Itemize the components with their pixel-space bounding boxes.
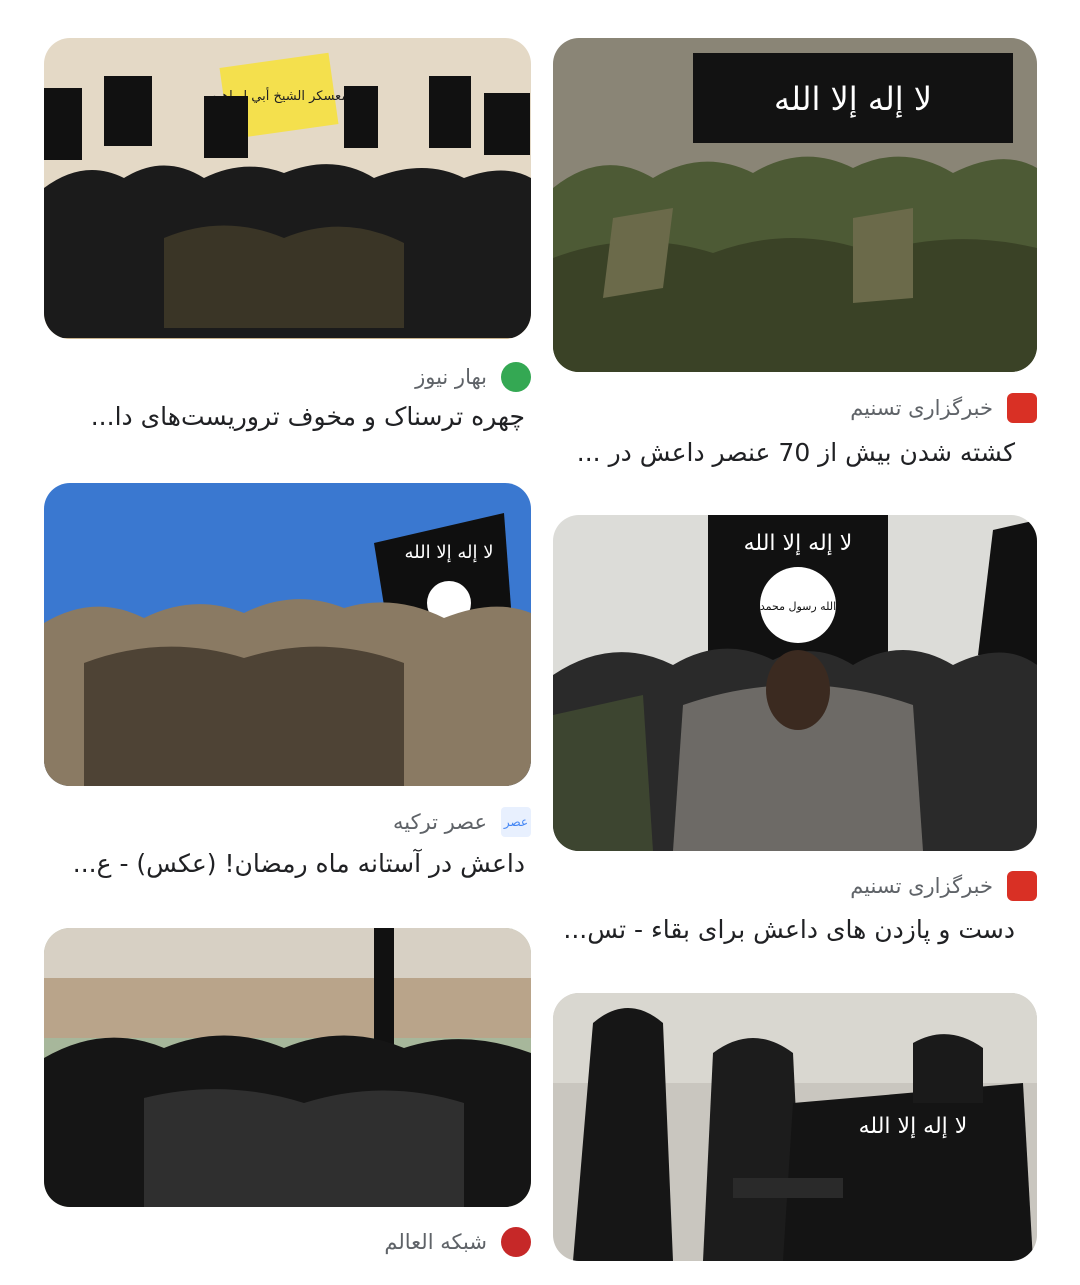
result-thumbnail[interactable] (44, 928, 531, 1207)
flag-text: لا إله إلا الله (774, 80, 932, 118)
source-logo-icon (501, 1227, 531, 1257)
flag-text: لا إله إلا الله (859, 1114, 968, 1139)
result-card[interactable]: لا إله إلا الله خبرگزاری تسنیم کشته شدن … (553, 38, 1037, 478)
result-card[interactable]: لا إله إلا الله الله رسول محمد خبرگزاری … (553, 515, 1037, 955)
source-logo-icon (501, 362, 531, 392)
flag-text: لا إله إلا الله (405, 542, 494, 563)
source-name: خبرگزاری تسنیم (850, 396, 993, 420)
result-source: شبکه العالم (384, 1225, 531, 1259)
result-thumbnail[interactable]: معسكر الشيخ أبي إبراهيم (44, 38, 531, 339)
result-card[interactable]: معسكر الشيخ أبي إبراهيم بهار نیوز چهره ت… (44, 38, 531, 438)
result-thumbnail[interactable]: لا إله إلا الله (44, 483, 531, 786)
result-thumbnail[interactable]: لا إله إلا الله (553, 993, 1037, 1261)
source-name: بهار نیوز (415, 365, 487, 389)
result-thumbnail[interactable]: لا إله إلا الله (553, 38, 1037, 372)
flag-text: لا إله إلا الله (744, 531, 853, 556)
result-card[interactable]: لا إله إلا الله (553, 993, 1037, 1263)
source-logo-icon (1007, 393, 1037, 423)
seal-text: الله رسول محمد (760, 600, 836, 613)
result-title[interactable]: کشته شدن بیش از 70 عنصر داعش در ... (577, 438, 1015, 467)
result-card[interactable]: شبکه العالم (44, 928, 531, 1285)
source-logo-icon: عصر (501, 807, 531, 837)
result-title[interactable]: دست و پازدن های داعش برای بقاء - تس... (563, 915, 1015, 944)
result-source: بهار نیوز (415, 360, 531, 394)
result-source: خبرگزاری تسنیم (850, 391, 1037, 425)
source-logo-icon (1007, 871, 1037, 901)
result-title[interactable]: چهره ترسناک و مخوف تروریست‌های دا... (91, 402, 525, 431)
result-source: عصر عصر ترکیه (393, 805, 531, 839)
result-source: خبرگزاری تسنیم (850, 869, 1037, 903)
source-name: شبکه العالم (384, 1230, 487, 1254)
result-thumbnail[interactable]: لا إله إلا الله الله رسول محمد (553, 515, 1037, 851)
result-card[interactable]: لا إله إلا الله عصر عصر ترکیه داعش در آس… (44, 483, 531, 883)
result-title[interactable]: داعش در آستانه ماه رمضان! (عکس) - ع... (73, 849, 525, 878)
source-name: عصر ترکیه (392, 810, 487, 834)
source-name: خبرگزاری تسنیم (850, 874, 993, 898)
